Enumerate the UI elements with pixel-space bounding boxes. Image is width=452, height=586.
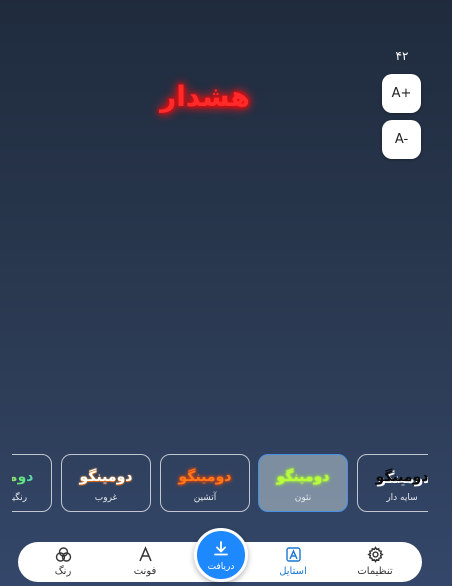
nav-style-label: استایل xyxy=(279,566,307,577)
style-card-neon[interactable]: دومینگو نئون xyxy=(258,454,348,512)
style-card-sunset[interactable]: دومینگو غروب xyxy=(61,454,151,512)
style-label: رنگین‌کمان xyxy=(12,493,28,503)
style-label: سایه دار xyxy=(386,493,418,503)
style-preview-text: دومینگو xyxy=(12,469,51,485)
font-size-value: ۴۲ xyxy=(395,49,409,63)
nav-settings[interactable]: تنظیمات xyxy=(340,542,410,582)
style-label: نئون xyxy=(294,493,312,503)
preview-text[interactable]: هشدار xyxy=(150,80,260,113)
style-label: غروب xyxy=(94,493,118,503)
style-card-rainbow[interactable]: دومینگو رنگین‌کمان xyxy=(12,454,52,512)
style-picker[interactable]: دومینگو رنگین‌کمان دومینگو غروب دومینگو … xyxy=(12,454,428,516)
decrease-font-size-button[interactable]: A- xyxy=(382,120,421,159)
style-preview-text: دومینگو xyxy=(178,469,232,485)
style-preview-text: دومینگو xyxy=(375,469,428,485)
nav-color[interactable]: رنگ xyxy=(28,542,98,582)
font-icon xyxy=(110,546,180,563)
download-icon xyxy=(197,540,245,558)
nav-font[interactable]: فونت xyxy=(110,542,180,582)
gear-icon xyxy=(340,546,410,563)
style-card-fire[interactable]: دومینگو آتشین xyxy=(160,454,250,512)
style-icon xyxy=(258,546,328,563)
nav-style[interactable]: استایل xyxy=(258,542,328,582)
style-preview-text: دومینگو xyxy=(79,469,133,485)
color-circles-icon xyxy=(28,546,98,563)
style-card-shadow[interactable]: دومینگو سایه دار xyxy=(357,454,428,512)
download-label: دریافت xyxy=(207,562,235,572)
download-button[interactable]: دریافت xyxy=(194,528,248,582)
nav-settings-label: تنظیمات xyxy=(357,566,393,577)
nav-font-label: فونت xyxy=(133,566,157,577)
style-label: آتشین xyxy=(193,493,217,503)
nav-color-label: رنگ xyxy=(54,566,72,577)
increase-font-size-button[interactable]: A+ xyxy=(382,74,421,113)
style-preview-text: دومینگو xyxy=(276,469,330,485)
